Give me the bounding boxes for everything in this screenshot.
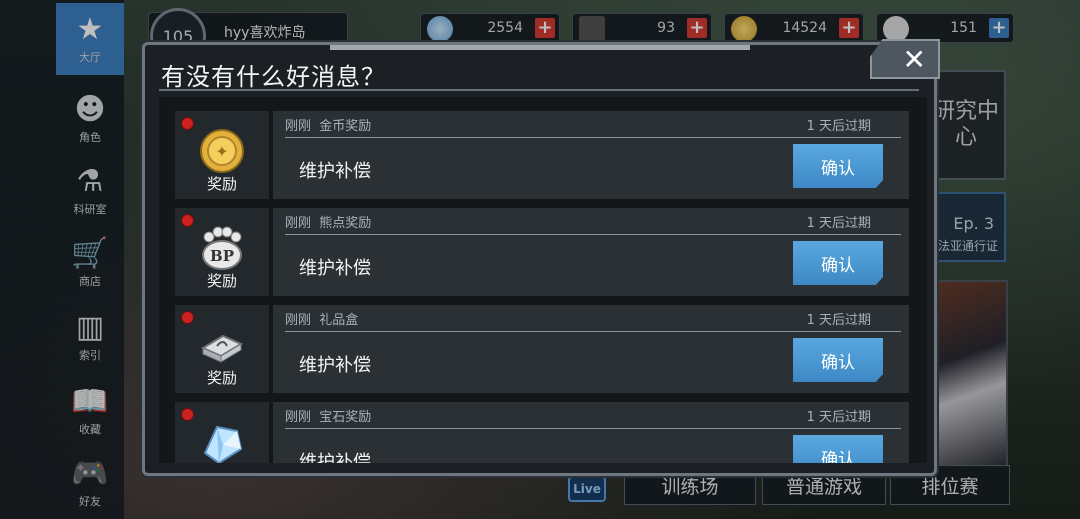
message-meta: 刚刚 熊点奖励 (285, 216, 372, 231)
gold-coin-icon: ✦ (198, 127, 246, 175)
message-text: 维护补偿 (299, 161, 371, 182)
message-text: 维护补偿 (299, 258, 371, 279)
message-list[interactable]: ✦ 奖励 刚刚 金币奖励 1 天后过期 维护补偿 确认 BP 奖励 刚刚 熊点奖… (159, 97, 927, 463)
divider (285, 234, 901, 235)
modal-title: 有没有什么好消息？ (161, 63, 386, 91)
modal-top-accent (330, 45, 750, 50)
message-body: 刚刚 礼品盒 1 天后过期 维护补偿 确认 (273, 305, 909, 393)
message-body: 刚刚 宝石奖励 1 天后过期 维护补偿 确认 (273, 402, 909, 463)
list-item: ✦ 奖励 刚刚 金币奖励 1 天后过期 维护补偿 确认 (175, 111, 909, 201)
confirm-button[interactable]: 确认 (793, 144, 883, 188)
reward-kind-label: 奖励 (206, 175, 237, 193)
confirm-button[interactable]: 确认 (793, 338, 883, 382)
reward-icon-box: 奖励 (175, 305, 269, 393)
confirm-button[interactable]: 确认 (793, 435, 883, 463)
notification-dot (181, 117, 194, 130)
reward-icon-box: BP 奖励 (175, 208, 269, 296)
message-body: 刚刚 熊点奖励 1 天后过期 维护补偿 确认 (273, 208, 909, 296)
list-item: BP 奖励 刚刚 熊点奖励 1 天后过期 维护补偿 确认 (175, 208, 909, 298)
message-text: 维护补偿 (299, 355, 371, 376)
message-meta: 刚刚 宝石奖励 (285, 410, 372, 425)
message-body: 刚刚 金币奖励 1 天后过期 维护补偿 确认 (273, 111, 909, 199)
list-item: 刚刚 宝石奖励 1 天后过期 维护补偿 确认 (175, 402, 909, 463)
divider (285, 137, 901, 138)
message-modal: 有没有什么好消息？ ✕ ✦ 奖励 刚刚 金币奖励 1 天后过期 维护补偿 确认 (142, 39, 940, 476)
message-expiry: 1 天后过期 (806, 216, 871, 231)
message-text: 维护补偿 (299, 452, 371, 463)
message-expiry: 1 天后过期 (806, 119, 871, 134)
close-icon: ✕ (902, 42, 926, 76)
reward-kind-label: 奖励 (206, 369, 237, 387)
notification-dot (181, 408, 194, 421)
list-item: 奖励 刚刚 礼品盒 1 天后过期 维护补偿 确认 (175, 305, 909, 395)
bp-paw-icon: BP (198, 224, 246, 272)
reward-icon-box: ✦ 奖励 (175, 111, 269, 199)
message-expiry: 1 天后过期 (806, 313, 871, 328)
confirm-button[interactable]: 确认 (793, 241, 883, 285)
divider (285, 428, 901, 429)
reward-icon-box (175, 402, 269, 463)
message-meta: 刚刚 礼品盒 (285, 313, 359, 328)
reward-kind-label: 奖励 (206, 272, 237, 290)
divider (159, 89, 919, 91)
gift-box-icon (198, 321, 246, 369)
divider (285, 331, 901, 332)
svg-text:BP: BP (210, 247, 234, 265)
svg-text:✦: ✦ (215, 142, 228, 161)
message-meta: 刚刚 金币奖励 (285, 119, 372, 134)
notification-dot (181, 214, 194, 227)
notification-dot (181, 311, 194, 324)
diamond-icon (198, 418, 246, 463)
close-button[interactable]: ✕ (870, 39, 940, 79)
message-expiry: 1 天后过期 (806, 410, 871, 425)
